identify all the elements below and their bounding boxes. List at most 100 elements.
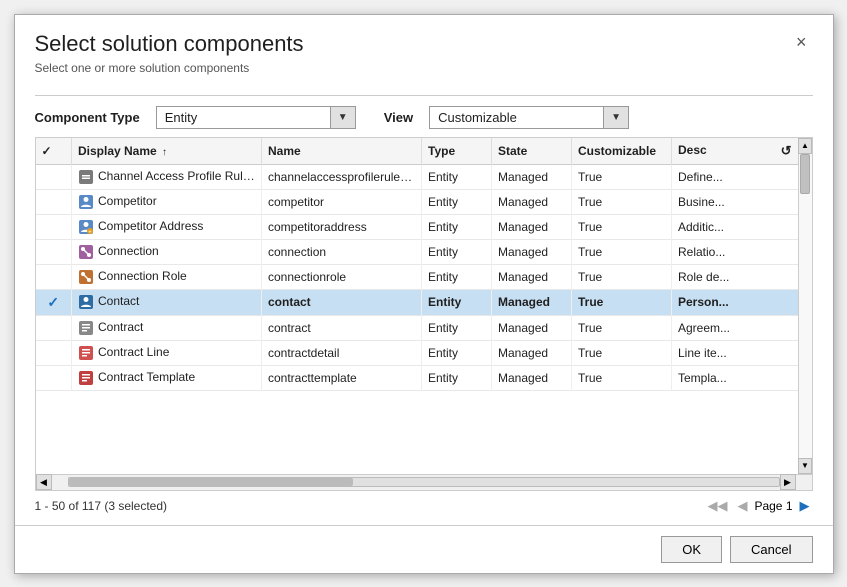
- row-entity-icon: [78, 320, 94, 336]
- row-customizable: True: [572, 189, 672, 214]
- row-display-name: Channel Access Profile Rule Item: [72, 164, 262, 189]
- scroll-up-button[interactable]: ▲: [798, 138, 812, 154]
- row-check-cell[interactable]: [36, 164, 72, 189]
- row-state: Managed: [492, 315, 572, 340]
- table-scroll[interactable]: ✓ Display Name ↑ Name Type State Customi…: [36, 138, 798, 474]
- row-display-name: Connection Role: [72, 264, 262, 289]
- row-state: Managed: [492, 289, 572, 315]
- horiz-scroll-thumb[interactable]: [69, 478, 353, 486]
- dialog-subtitle: Select one or more solution components: [35, 61, 304, 75]
- view-select[interactable]: Customizable: [429, 106, 629, 129]
- table-and-scroll: ✓ Display Name ↑ Name Type State Customi…: [36, 138, 812, 474]
- table-row[interactable]: Contract LinecontractdetailEntityManaged…: [36, 340, 798, 365]
- view-label: View: [384, 110, 413, 125]
- col-customizable[interactable]: Customizable: [572, 138, 672, 165]
- record-count: 1 - 50 of 117 (3 selected): [35, 499, 168, 513]
- row-name: channelaccessprofilerulete...: [262, 164, 422, 189]
- row-desc: Line ite...: [672, 340, 798, 365]
- pagination: ◀◀ ◀ Page 1 ▶: [704, 497, 812, 515]
- col-name[interactable]: Name: [262, 138, 422, 165]
- table-row[interactable]: ContractcontractEntityManagedTrueAgreem.…: [36, 315, 798, 340]
- table-row[interactable]: Connection RoleconnectionroleEntityManag…: [36, 264, 798, 289]
- prev-page-button[interactable]: ◀: [734, 497, 750, 515]
- row-type: Entity: [422, 289, 492, 315]
- row-entity-icon: +: [78, 219, 94, 235]
- row-check-cell[interactable]: [36, 239, 72, 264]
- row-check-cell[interactable]: [36, 189, 72, 214]
- refresh-icon[interactable]: ↺: [781, 143, 792, 159]
- table-body: Channel Access Profile Rule Itemchannela…: [36, 164, 798, 390]
- check-mark: ✓: [47, 294, 59, 310]
- row-name: contractdetail: [262, 340, 422, 365]
- row-type: Entity: [422, 214, 492, 239]
- dialog-header: Select solution components Select one or…: [15, 15, 833, 85]
- first-page-button[interactable]: ◀◀: [704, 497, 730, 515]
- footer-info-row: 1 - 50 of 117 (3 selected) ◀◀ ◀ Page 1 ▶: [35, 491, 813, 515]
- row-desc: Relatio...: [672, 239, 798, 264]
- row-desc: Person...: [672, 289, 798, 315]
- row-entity-icon: [78, 169, 94, 185]
- scroll-area[interactable]: [799, 154, 812, 458]
- row-state: Managed: [492, 239, 572, 264]
- check-icon: ✓: [42, 144, 52, 158]
- select-solution-dialog: Select solution components Select one or…: [14, 14, 834, 574]
- row-display-name: Contract Line: [72, 340, 262, 365]
- component-type-select-wrap: Entity ▼: [156, 106, 356, 129]
- component-type-select[interactable]: Entity: [156, 106, 356, 129]
- row-customizable: True: [572, 264, 672, 289]
- row-type: Entity: [422, 365, 492, 390]
- row-display-name: +Competitor Address: [72, 214, 262, 239]
- row-desc: Busine...: [672, 189, 798, 214]
- table-row[interactable]: CompetitorcompetitorEntityManagedTrueBus…: [36, 189, 798, 214]
- horiz-scroll-track[interactable]: [68, 477, 780, 487]
- dialog-body: Component Type Entity ▼ View Customizabl…: [15, 85, 833, 525]
- col-desc[interactable]: Desc ↺: [672, 138, 798, 165]
- row-check-cell[interactable]: [36, 340, 72, 365]
- row-entity-icon: [78, 194, 94, 210]
- row-desc: Agreem...: [672, 315, 798, 340]
- row-name: competitoraddress: [262, 214, 422, 239]
- col-state[interactable]: State: [492, 138, 572, 165]
- row-display-name: Connection: [72, 239, 262, 264]
- scroll-thumb[interactable]: [800, 154, 810, 194]
- row-name: contact: [262, 289, 422, 315]
- table-row[interactable]: Channel Access Profile Rule Itemchannela…: [36, 164, 798, 189]
- filter-row: Component Type Entity ▼ View Customizabl…: [35, 95, 813, 137]
- row-check-cell[interactable]: ✓: [36, 289, 72, 315]
- horizontal-scrollbar[interactable]: ◀ ▶: [36, 474, 812, 490]
- cancel-button[interactable]: Cancel: [730, 536, 812, 563]
- row-name: connectionrole: [262, 264, 422, 289]
- row-customizable: True: [572, 164, 672, 189]
- row-check-cell[interactable]: [36, 214, 72, 239]
- ok-button[interactable]: OK: [661, 536, 722, 563]
- table-row[interactable]: +Competitor AddresscompetitoraddressEnti…: [36, 214, 798, 239]
- row-name: connection: [262, 239, 422, 264]
- row-type: Entity: [422, 239, 492, 264]
- svg-text:+: +: [89, 229, 92, 235]
- row-state: Managed: [492, 340, 572, 365]
- table-row[interactable]: Contract TemplatecontracttemplateEntityM…: [36, 365, 798, 390]
- row-entity-icon: [78, 244, 94, 260]
- row-check-cell[interactable]: [36, 264, 72, 289]
- row-entity-icon: [78, 269, 94, 285]
- next-page-button[interactable]: ▶: [797, 497, 813, 515]
- scroll-right-button[interactable]: ▶: [780, 474, 796, 490]
- row-name: contract: [262, 315, 422, 340]
- row-customizable: True: [572, 289, 672, 315]
- row-entity-icon: [78, 345, 94, 361]
- scroll-down-button[interactable]: ▼: [798, 458, 812, 474]
- col-type[interactable]: Type: [422, 138, 492, 165]
- table-row[interactable]: ✓ ContactcontactEntityManagedTruePerson..…: [36, 289, 798, 315]
- row-type: Entity: [422, 315, 492, 340]
- row-check-cell[interactable]: [36, 315, 72, 340]
- page-label: Page 1: [754, 499, 792, 513]
- vertical-scrollbar[interactable]: ▲ ▼: [798, 138, 812, 474]
- table-row[interactable]: ConnectionconnectionEntityManagedTrueRel…: [36, 239, 798, 264]
- row-entity-icon: [78, 294, 94, 310]
- row-check-cell[interactable]: [36, 365, 72, 390]
- row-display-name: Contact: [72, 289, 262, 315]
- close-button[interactable]: ×: [790, 31, 813, 53]
- table-outer: ✓ Display Name ↑ Name Type State Customi…: [35, 137, 813, 491]
- scroll-left-button[interactable]: ◀: [36, 474, 52, 490]
- col-display-name[interactable]: Display Name ↑: [72, 138, 262, 165]
